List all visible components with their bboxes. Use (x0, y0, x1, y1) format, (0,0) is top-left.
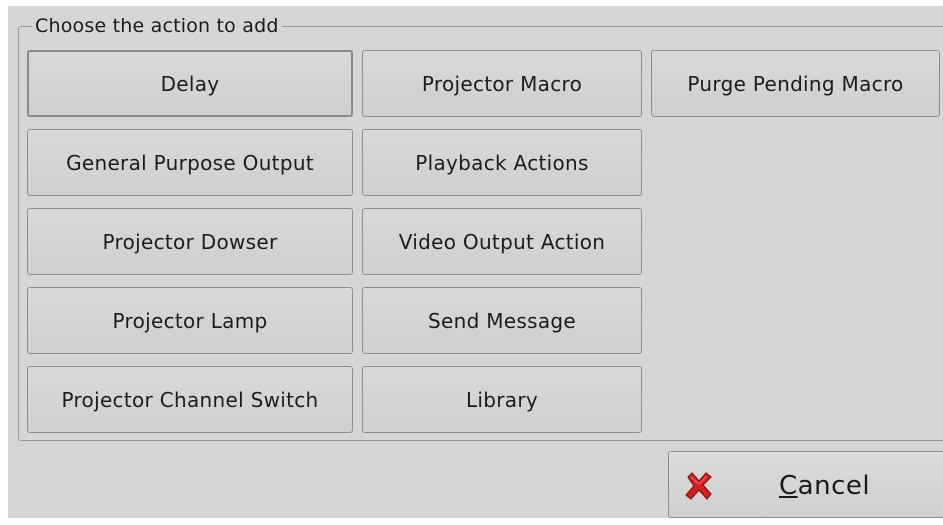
projector-dowser-button[interactable]: Projector Dowser (27, 208, 353, 275)
projector-channel-switch-button[interactable]: Projector Channel Switch (27, 366, 353, 433)
cancel-label-rest: ancel (797, 471, 871, 501)
delay-button[interactable]: Delay (27, 50, 353, 117)
library-button[interactable]: Library (362, 366, 642, 433)
projector-macro-button[interactable]: Projector Macro (362, 50, 642, 117)
cancel-mnemonic: C (779, 471, 798, 501)
general-purpose-output-button[interactable]: General Purpose Output (27, 129, 353, 196)
groupbox-title: Choose the action to add (32, 14, 282, 38)
purge-pending-macro-button[interactable]: Purge Pending Macro (651, 50, 940, 117)
red-x-icon (685, 472, 712, 500)
cancel-button[interactable]: Cancel (668, 451, 943, 518)
top-edge (0, 0, 943, 6)
bottom-edge (0, 518, 943, 525)
projector-lamp-button[interactable]: Projector Lamp (27, 287, 353, 354)
left-edge (0, 0, 8, 525)
cancel-label: Cancel (779, 470, 870, 502)
add-action-dialog: Choose the action to add Delay Projector… (0, 0, 943, 525)
send-message-button[interactable]: Send Message (362, 287, 642, 354)
playback-actions-button[interactable]: Playback Actions (362, 129, 642, 196)
video-output-action-button[interactable]: Video Output Action (362, 208, 642, 275)
